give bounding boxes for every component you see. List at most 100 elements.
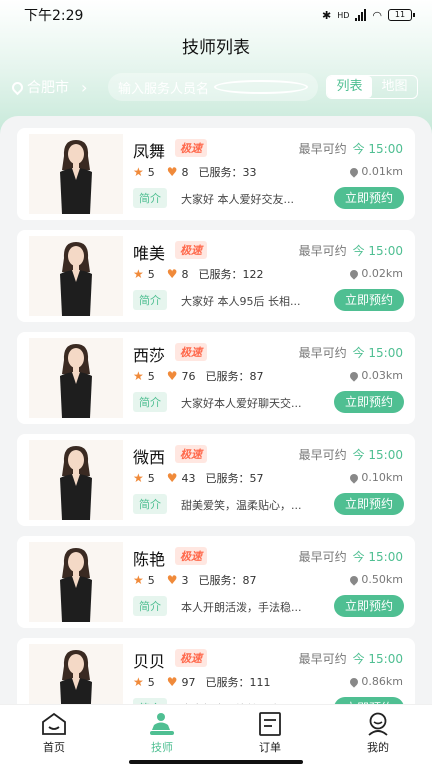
distance-value: 0.01km [361,165,403,178]
technician-stats: ★ 5 ♥ 76 已服务： 87 [133,368,264,384]
heart-icon: ♥ [166,369,178,383]
technician-photo[interactable] [29,644,123,708]
tab-profile[interactable]: 我的 [324,705,432,756]
intro-text: 大家好本人爱好聊天交... [181,397,302,410]
tab-orders[interactable]: 订单 [216,705,324,756]
technician-card[interactable]: 贝贝 极速 最早可约今 15:00 ★ 5 ♥ 97 已服务： 111 0.86… [17,638,415,708]
technician-list[interactable]: 凤舞 极速 最早可约今 15:00 ★ 5 ♥ 8 已服务： 33 0.01km… [0,116,432,708]
star-icon: ★ [133,471,144,485]
intro-text: 甜美爱笑，温柔贴心，... [181,499,302,512]
book-now-button[interactable]: 立即预约 [334,289,404,311]
technician-photo[interactable] [29,440,123,520]
home-icon [42,712,66,735]
search-row: 合肥市 › 输入服务人员名称或关键 列表 地图 [0,70,432,104]
technician-avatar-image [60,650,92,708]
technician-name: 贝贝 [133,652,166,671]
star-icon: ★ [133,369,144,383]
location-pin-icon [348,675,361,688]
tab-home-label: 首页 [43,741,65,754]
rating-value: 5 [147,165,155,179]
earliest-time: 今 15:00 [352,244,403,258]
technician-card[interactable]: 微西 极速 最早可约今 15:00 ★ 5 ♥ 43 已服务： 57 0.10k… [17,434,415,526]
distance-value: 0.86km [361,675,403,688]
technician-photo[interactable] [29,236,123,316]
rating-value: 5 [147,267,155,281]
distance-value: 0.03km [361,369,403,382]
search-icon[interactable] [214,80,308,94]
technician-name: 凤舞 [133,142,166,161]
star-icon: ★ [133,573,144,587]
speed-badge: 极速 [175,343,207,361]
likes-value: 3 [181,573,189,587]
served-value: 87 [249,369,264,383]
likes-value: 43 [181,471,196,485]
distance: 0.86km [348,675,403,688]
intro-label: 简介 [133,188,167,208]
intro-text: 本人开朗活泼，手法稳... [181,601,302,614]
technician-card[interactable]: 唯美 极速 最早可约今 15:00 ★ 5 ♥ 8 已服务： 122 0.02k… [17,230,415,322]
earliest-available: 最早可约今 15:00 [299,548,403,565]
location-pin-icon [348,267,361,280]
heart-icon: ♥ [166,675,178,689]
tab-profile-label: 我的 [367,741,389,754]
distance: 0.02km [348,267,403,280]
book-now-button[interactable]: 立即预约 [334,493,404,515]
star-icon: ★ [133,675,144,689]
intro-text: 大家好 本人95后 长相... [181,295,301,308]
rating-value: 5 [147,369,155,383]
technician-name: 西莎 [133,346,166,365]
book-now-button[interactable]: 立即预约 [334,187,404,209]
technician-photo[interactable] [29,542,123,622]
earliest-time: 今 15:00 [352,448,403,462]
served-value: 57 [249,471,264,485]
technician-stats: ★ 5 ♥ 3 已服务： 87 [133,572,257,588]
book-now-button[interactable]: 立即预约 [334,595,404,617]
distance-value: 0.02km [361,267,403,280]
page-title: 技师列表 [182,38,250,58]
served-label: 已服务： [205,676,250,689]
distance: 0.50km [348,573,403,586]
status-icons: ✱ HD ◠ 11 [322,9,415,22]
profile-icon [368,712,388,736]
speed-badge: 极速 [175,241,207,259]
earliest-label: 最早可约 [298,244,347,258]
distance-value: 0.10km [361,471,403,484]
distance: 0.01km [348,165,403,178]
toggle-list[interactable]: 列表 [327,76,372,98]
location-pin-icon [348,573,361,586]
rating-value: 5 [147,675,155,689]
earliest-time: 今 15:00 [352,346,403,360]
status-bar: 下午2:29 ✱ HD ◠ 11 [0,0,432,30]
location-pin-icon [348,165,361,178]
technician-icon [150,713,174,735]
speed-badge: 极速 [175,445,207,463]
likes-value: 97 [181,675,196,689]
technician-stats: ★ 5 ♥ 8 已服务： 33 [133,164,257,180]
battery-icon: 11 [388,9,415,21]
earliest-label: 最早可约 [298,652,347,666]
search-placeholder: 输入服务人员名称或关键 [118,81,208,97]
technician-card[interactable]: 陈艳 极速 最早可约今 15:00 ★ 5 ♥ 3 已服务： 87 0.50km… [17,536,415,628]
served-value: 87 [242,573,257,587]
technician-name: 唯美 [133,244,166,263]
tab-home[interactable]: 首页 [0,705,108,756]
toggle-map[interactable]: 地图 [372,76,417,98]
technician-card[interactable]: 西莎 极速 最早可约今 15:00 ★ 5 ♥ 76 已服务： 87 0.03k… [17,332,415,424]
served-value: 111 [249,675,271,689]
heart-icon: ♥ [166,267,178,281]
book-now-button[interactable]: 立即预约 [334,391,404,413]
technician-card[interactable]: 凤舞 极速 最早可约今 15:00 ★ 5 ♥ 8 已服务： 33 0.01km… [17,128,415,220]
distance: 0.10km [348,471,403,484]
technician-avatar-image [60,242,92,316]
technician-photo[interactable] [29,338,123,418]
home-indicator [129,760,303,764]
technician-stats: ★ 5 ♥ 43 已服务： 57 [133,470,264,486]
distance-value: 0.50km [361,573,403,586]
city-selector[interactable]: 合肥市 › [9,77,108,97]
heart-icon: ♥ [166,165,178,179]
technician-avatar-image [60,140,92,214]
technician-photo[interactable] [29,134,123,214]
tab-technician[interactable]: 技师 [108,705,216,756]
served-label: 已服务： [205,472,250,485]
search-input[interactable]: 输入服务人员名称或关键 [108,73,318,101]
